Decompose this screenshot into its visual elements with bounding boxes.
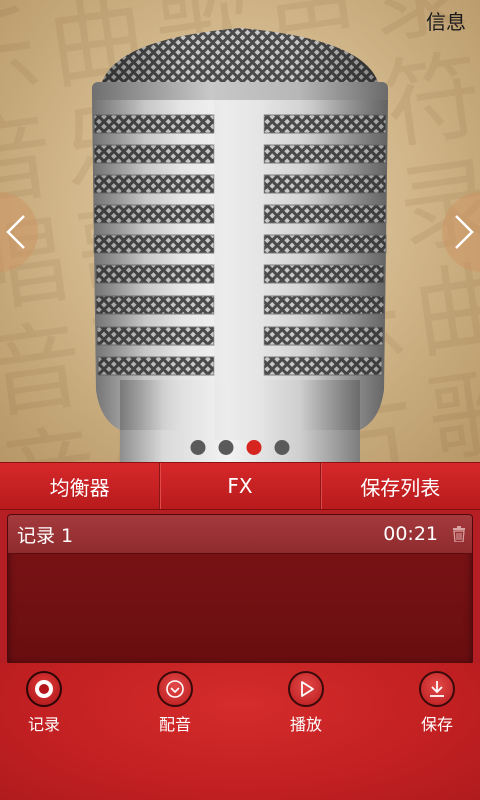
- save-label: 保存: [420, 715, 453, 734]
- save-button[interactable]: 保存: [397, 671, 477, 735]
- bottom-toolbar: 记录 配音 播放 保存: [0, 663, 480, 800]
- page-dot[interactable]: [274, 440, 290, 455]
- page-indicator: [190, 440, 290, 455]
- play-icon: [288, 671, 324, 707]
- microphone-illustration: [92, 28, 388, 462]
- tab-equalizer[interactable]: 均衡器: [0, 463, 159, 509]
- play-button[interactable]: 播放: [266, 671, 346, 735]
- record-label: 记录: [27, 715, 60, 734]
- chevron-left-icon: [6, 215, 25, 249]
- page-dot-active[interactable]: [246, 440, 262, 455]
- list-item[interactable]: 记录 1 00:21: [8, 515, 472, 554]
- chevron-right-icon: [455, 215, 474, 249]
- record-icon: [26, 671, 62, 707]
- download-icon: [419, 671, 455, 707]
- recording-name: 记录 1: [17, 524, 74, 547]
- tab-saved-list[interactable]: 保存列表: [319, 463, 480, 509]
- trash-icon: [453, 526, 465, 542]
- play-label: 播放: [289, 715, 322, 734]
- tab-bar: 均衡器 FX 保存列表: [0, 462, 480, 510]
- tab-fx[interactable]: FX: [159, 463, 319, 509]
- info-link[interactable]: 信息: [426, 6, 466, 35]
- dub-button[interactable]: 配音: [135, 671, 215, 735]
- page-dot[interactable]: [218, 440, 234, 455]
- dub-label: 配音: [158, 715, 191, 734]
- record-button[interactable]: 记录: [4, 671, 84, 735]
- page-dot[interactable]: [190, 440, 206, 455]
- delete-recording-button[interactable]: [446, 515, 472, 553]
- recordings-list: 记录 1 00:21: [7, 514, 473, 665]
- recording-duration: 00:21: [383, 523, 438, 545]
- dub-icon: [157, 671, 193, 707]
- microphone-hero: 乐曲歌声录音乐谱音符唱歌曲调录音歌声乐曲音乐唱片歌曲录音: [0, 0, 480, 462]
